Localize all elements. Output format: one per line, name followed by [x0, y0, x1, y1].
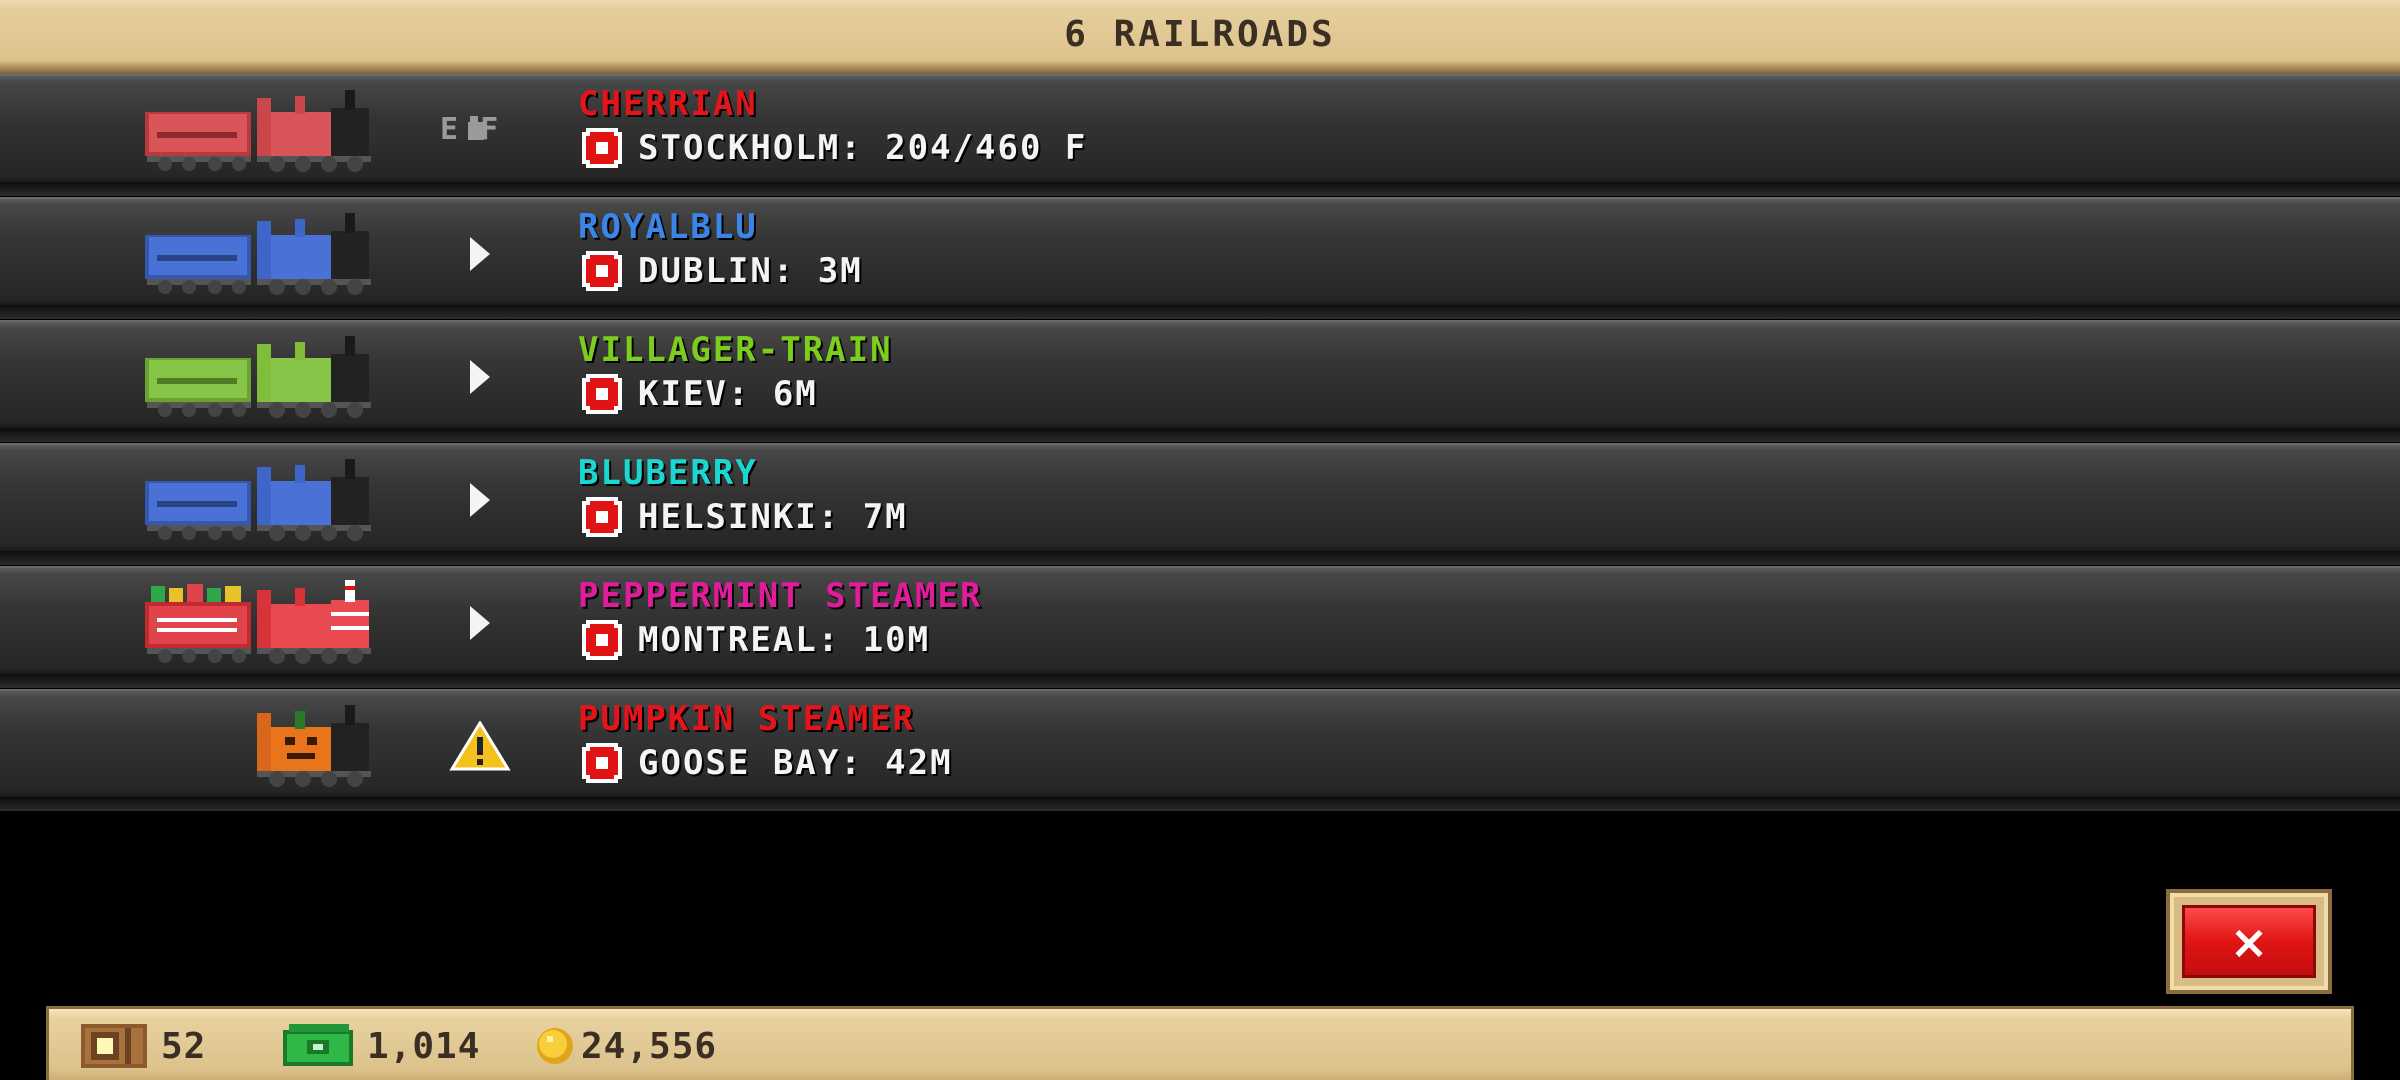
- page-title: 6 RAILROADS: [1064, 14, 1336, 55]
- crates-stat: 52: [81, 1023, 206, 1069]
- railroad-name: BLUBERRY: [578, 453, 758, 493]
- railroad-name: VILLAGER-TRAIN: [578, 330, 893, 370]
- train-icon: [145, 90, 371, 172]
- crates-count: 52: [161, 1025, 207, 1067]
- railroad-row-bluberry[interactable]: BLUBERRY HELSINKI: 7M: [0, 443, 2400, 565]
- railroad-row-villager-train[interactable]: VILLAGER-TRAIN KIEV: 6M: [0, 320, 2400, 442]
- route-info: DUBLIN: 3M: [580, 249, 863, 293]
- route-text: DUBLIN: 3M: [638, 251, 863, 291]
- coins-stat: 24,556: [535, 1023, 717, 1069]
- route-info: HELSINKI: 7M: [580, 495, 908, 539]
- train-icon: [145, 336, 371, 418]
- play-arrow-icon[interactable]: [440, 475, 520, 525]
- railroad-name: PEPPERMINT STEAMER: [578, 576, 983, 616]
- railroad-row-cherrian[interactable]: E F CHERRIAN STOCKHOLM: 204/460 F: [0, 74, 2400, 196]
- railroad-name: CHERRIAN: [578, 84, 758, 124]
- destination-icon: [582, 251, 622, 291]
- railroad-name: ROYALBLU: [578, 207, 758, 247]
- warning-icon: [449, 721, 511, 771]
- crate-icon: [81, 1024, 147, 1068]
- fuel-gauge-icon: E F: [440, 112, 501, 147]
- train-icon: [145, 213, 371, 295]
- railroad-row-peppermint-steamer[interactable]: PEPPERMINT STEAMER MONTREAL: 10M: [0, 566, 2400, 688]
- railroad-name: PUMPKIN STEAMER: [578, 699, 916, 739]
- destination-icon: [582, 497, 622, 537]
- play-arrow-icon[interactable]: [440, 598, 520, 648]
- route-text: STOCKHOLM: 204/460 F: [638, 128, 1088, 168]
- cash-stat: 1,014: [283, 1023, 480, 1069]
- route-text: MONTREAL: 10M: [638, 620, 931, 660]
- destination-icon: [582, 620, 622, 660]
- close-icon[interactable]: ×: [2182, 905, 2316, 978]
- route-text: HELSINKI: 7M: [638, 497, 908, 537]
- cash-icon: [283, 1024, 353, 1066]
- play-arrow-icon[interactable]: [440, 229, 520, 279]
- cash-count: 1,014: [367, 1025, 481, 1067]
- route-info: MONTREAL: 10M: [580, 618, 930, 662]
- coins-count: 24,556: [581, 1025, 718, 1067]
- coin-icon: [537, 1028, 573, 1064]
- play-arrow-icon[interactable]: [440, 352, 520, 402]
- header-bar: 6 RAILROADS: [0, 0, 2400, 74]
- route-info: GOOSE BAY: 42M: [580, 741, 953, 785]
- route-text: KIEV: 6M: [638, 374, 818, 414]
- railroad-row-royalblu[interactable]: ROYALBLU DUBLIN: 3M: [0, 197, 2400, 319]
- destination-icon: [582, 128, 622, 168]
- railroad-row-pumpkin-steamer[interactable]: PUMPKIN STEAMER GOOSE BAY: 42M: [0, 689, 2400, 811]
- route-info: STOCKHOLM: 204/460 F: [580, 126, 1087, 170]
- train-icon: [257, 705, 371, 787]
- route-info: KIEV: 6M: [580, 372, 818, 416]
- close-button[interactable]: ×: [2166, 889, 2332, 994]
- resource-bar: 52 1,014 24,556: [46, 1006, 2354, 1080]
- route-text: GOOSE BAY: 42M: [638, 743, 953, 783]
- train-icon: [145, 459, 371, 541]
- destination-icon: [582, 743, 622, 783]
- train-icon: [145, 580, 371, 664]
- destination-icon: [582, 374, 622, 414]
